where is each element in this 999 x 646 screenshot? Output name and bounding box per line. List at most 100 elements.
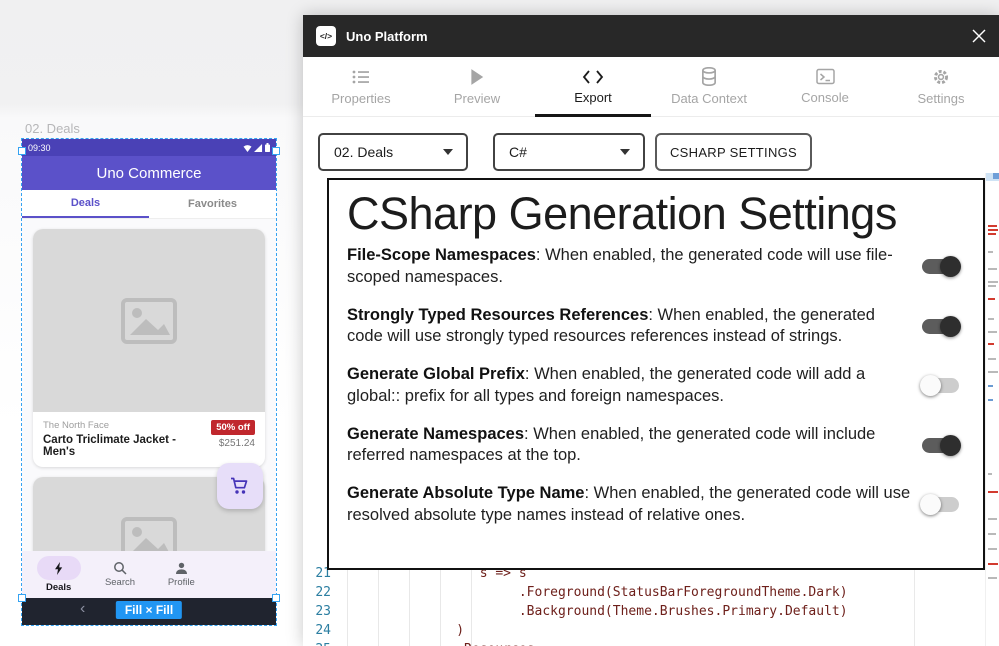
tab-settings[interactable]: Settings xyxy=(883,57,999,116)
status-time: 09:30 xyxy=(28,143,51,153)
line-number: 24 xyxy=(303,623,331,642)
nav-label: Deals xyxy=(46,582,71,593)
phone-tab-deals[interactable]: Deals xyxy=(22,190,149,218)
setting-text: File-Scope Namespaces: When enabled, the… xyxy=(347,245,912,289)
selection-handle[interactable] xyxy=(18,594,26,602)
setting-name: Generate Global Prefix xyxy=(347,365,525,383)
minimap-mark xyxy=(988,331,997,333)
setting-name: Strongly Typed Resources References xyxy=(347,306,648,324)
selection-handle[interactable] xyxy=(18,147,26,155)
android-nav-bar: ‹ Fill × Fill xyxy=(22,598,276,625)
panel-titlebar: </> Uno Platform xyxy=(303,15,999,57)
bolt-icon xyxy=(53,562,64,575)
phone-screen: 09:30 Uno Commerce Deals Favorites xyxy=(22,139,276,625)
gear-icon xyxy=(932,68,950,86)
setting-text: Generate Global Prefix: When enabled, th… xyxy=(347,364,912,408)
nav-item-profile[interactable]: Profile xyxy=(151,555,212,594)
csharp-settings-modal: CSharp Generation Settings File-Scope Na… xyxy=(327,178,985,570)
close-icon[interactable] xyxy=(969,26,989,46)
language-select-value: C# xyxy=(509,144,527,160)
line-number: 25 xyxy=(303,642,331,646)
minimap-mark xyxy=(988,518,997,520)
phone-status-bar: 09:30 xyxy=(22,139,276,156)
phone-tab-bar: Deals Favorites xyxy=(22,190,276,219)
tab-label: Console xyxy=(801,90,849,105)
tab-console[interactable]: Console xyxy=(767,57,883,116)
play-icon xyxy=(469,68,485,86)
minimap-mark xyxy=(988,343,994,345)
toggle-generate-global-prefix[interactable] xyxy=(922,378,959,393)
setting-row: Generate Absolute Type Name: When enable… xyxy=(347,483,965,527)
setting-row: Generate Namespaces: When enabled, the g… xyxy=(347,424,965,468)
editor-separator xyxy=(914,565,915,646)
tab-label: Export xyxy=(574,90,612,105)
setting-text: Strongly Typed Resources References: Whe… xyxy=(347,305,912,349)
editor-minimap[interactable] xyxy=(985,173,999,646)
nav-item-search[interactable]: Search xyxy=(89,555,150,594)
tab-label: Preview xyxy=(454,91,500,106)
phone-app-bar: Uno Commerce xyxy=(22,156,276,190)
phone-bottom-nav: Deals Search Profile xyxy=(22,551,276,598)
minimap-mark xyxy=(988,385,993,387)
code-brackets-icon xyxy=(582,69,604,85)
minimap-mark xyxy=(988,229,998,231)
status-icons xyxy=(243,143,270,152)
toggle-knob xyxy=(940,316,961,337)
product-brand: The North Face xyxy=(43,420,211,431)
minimap-mark xyxy=(988,577,997,579)
artboard-label: 02. Deals xyxy=(25,121,80,136)
setting-row: Strongly Typed Resources References: Whe… xyxy=(347,305,965,349)
toggle-generate-absolute-type-name[interactable] xyxy=(922,497,959,512)
product-info: The North Face Carto Triclimate Jacket -… xyxy=(33,412,265,467)
minimap-mark xyxy=(988,285,996,287)
panel-tabbar: Properties Preview Export Data Context C… xyxy=(303,57,999,117)
nav-label: Search xyxy=(105,577,135,588)
nav-item-deals[interactable]: Deals xyxy=(28,555,89,594)
toggle-knob xyxy=(940,256,961,277)
toggle-file-scope-namespaces[interactable] xyxy=(922,259,959,274)
line-number: 23 xyxy=(303,604,331,623)
line-number: 22 xyxy=(303,585,331,604)
csharp-settings-button[interactable]: CSHARP SETTINGS xyxy=(655,133,812,171)
code-line: 22 .Foreground(StatusBarForegroundTheme.… xyxy=(303,585,909,604)
setting-name: Generate Namespaces xyxy=(347,425,524,443)
minimap-mark xyxy=(988,371,998,373)
setting-text: Generate Absolute Type Name: When enable… xyxy=(347,483,912,527)
app-title: Uno Commerce xyxy=(96,165,201,182)
setting-name: File-Scope Namespaces xyxy=(347,246,536,264)
minimap-corner xyxy=(993,173,999,179)
phone-tab-favorites[interactable]: Favorites xyxy=(149,190,276,218)
selection-handle[interactable] xyxy=(272,147,280,155)
page-select[interactable]: 02. Deals xyxy=(318,133,468,171)
toggle-knob xyxy=(940,435,961,456)
toggle-strongly-typed-resources[interactable] xyxy=(922,319,959,334)
code-text: .Background(Theme.Brushes.Primary.Defaul… xyxy=(331,604,848,623)
terminal-icon xyxy=(816,68,835,85)
cart-icon xyxy=(230,477,250,495)
battery-icon xyxy=(265,143,270,152)
phone-preview[interactable]: 09:30 Uno Commerce Deals Favorites xyxy=(22,139,276,625)
page-select-value: 02. Deals xyxy=(334,144,393,160)
export-toolbar: 02. Deals C# CSHARP SETTINGS xyxy=(303,133,999,173)
product-card[interactable]: The North Face Carto Triclimate Jacket -… xyxy=(33,229,265,467)
tab-export[interactable]: Export xyxy=(535,57,651,116)
toggle-knob xyxy=(920,494,941,515)
minimap-mark xyxy=(988,548,997,550)
tab-data-context[interactable]: Data Context xyxy=(651,57,767,116)
selection-handle[interactable] xyxy=(272,594,280,602)
code-text: Resources xyxy=(331,642,535,646)
minimap-mark xyxy=(988,251,993,253)
toggle-generate-namespaces[interactable] xyxy=(922,438,959,453)
back-chevron-icon[interactable]: ‹ xyxy=(80,600,85,618)
cart-fab-button[interactable] xyxy=(217,463,263,509)
phone-content: The North Face Carto Triclimate Jacket -… xyxy=(22,219,276,551)
tab-properties[interactable]: Properties xyxy=(303,57,419,116)
tab-preview[interactable]: Preview xyxy=(419,57,535,116)
language-select[interactable]: C# xyxy=(493,133,645,171)
selection-size-badge: Fill × Fill xyxy=(116,601,182,619)
image-placeholder-icon xyxy=(120,297,178,345)
minimap-mark xyxy=(988,399,993,401)
signal-icon xyxy=(254,144,263,152)
image-placeholder-icon xyxy=(120,516,178,552)
person-icon xyxy=(175,562,188,575)
